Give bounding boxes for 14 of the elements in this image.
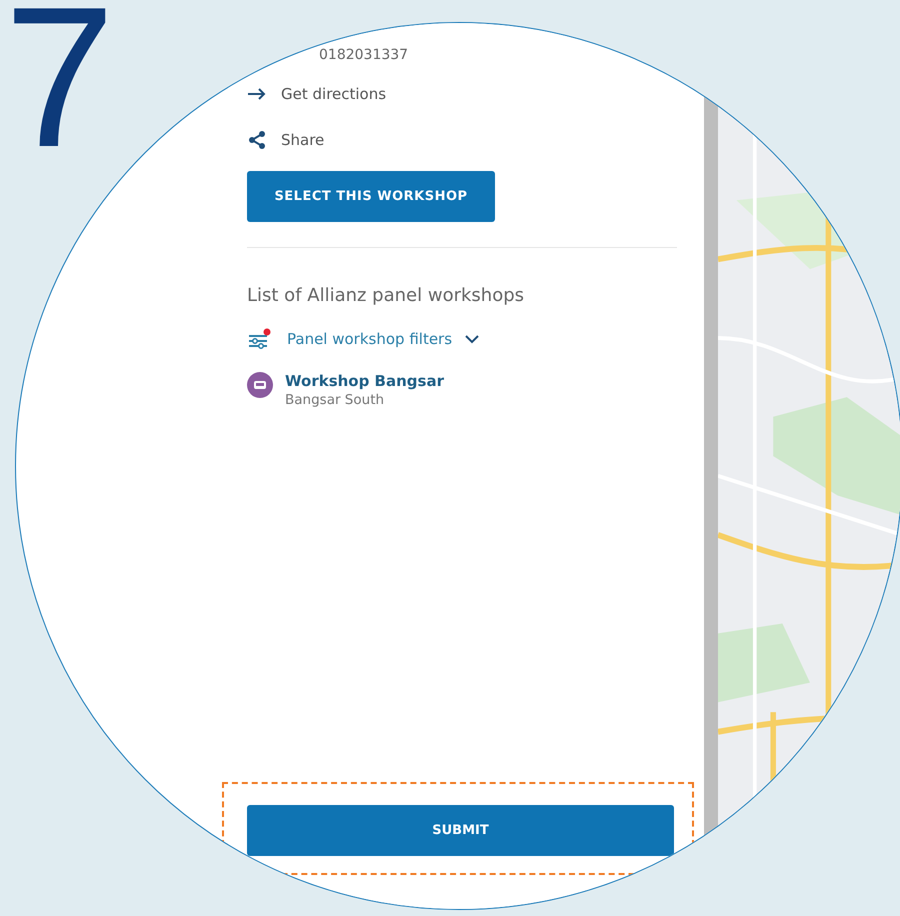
workshop-name-link[interactable]: Workshop Bangsar xyxy=(285,372,444,390)
list-heading: List of Allianz panel workshops xyxy=(247,285,526,306)
submit-button[interactable]: SUBMIT xyxy=(247,805,674,856)
action-link[interactable]: Get directions xyxy=(247,71,704,117)
share-icon xyxy=(247,130,267,150)
workshop-area: Bangsar South xyxy=(285,392,444,408)
arrow-right-icon xyxy=(247,87,267,101)
filters-dropdown[interactable]: Panel workshop filters xyxy=(287,330,480,348)
action-link[interactable]: Share xyxy=(247,117,704,163)
step-number: 7 xyxy=(4,0,116,178)
select-workshop-button[interactable]: SELECT THIS WORKSHOP xyxy=(247,171,495,222)
phone-number: 0182031337 xyxy=(319,47,408,65)
filter-sliders-icon xyxy=(247,328,271,350)
chevron-down-icon xyxy=(464,334,480,344)
